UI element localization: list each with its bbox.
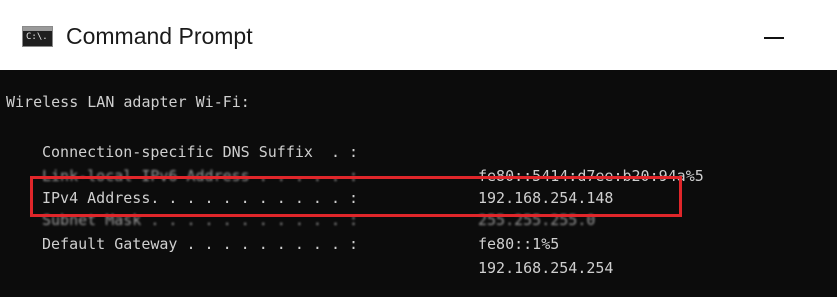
minimize-button[interactable] xyxy=(752,18,812,54)
cmd-icon-bar xyxy=(23,27,52,31)
cmd-icon: C:\. xyxy=(22,26,53,47)
ipv4-highlight-box xyxy=(30,176,682,217)
gateway-label: Default Gateway . . . . . . . . . : xyxy=(42,235,359,253)
cmd-icon-text: C:\. xyxy=(26,32,48,42)
dns-suffix-label: Connection-specific DNS Suffix . : xyxy=(42,143,359,161)
minimize-icon xyxy=(764,37,784,39)
console-output[interactable]: Wireless LAN adapter Wi-Fi: Connection-s… xyxy=(0,70,837,297)
window-title: Command Prompt xyxy=(66,23,253,49)
title-bar[interactable]: C:\. Command Prompt xyxy=(0,0,837,70)
command-prompt-window: C:\. Command Prompt Wireless LAN adapter… xyxy=(0,0,837,297)
adapter-header: Wireless LAN adapter Wi-Fi: xyxy=(6,93,250,111)
gateway-ipv4-value: 192.168.254.254 xyxy=(478,259,614,277)
gateway-value: fe80::1%5 xyxy=(478,235,560,253)
